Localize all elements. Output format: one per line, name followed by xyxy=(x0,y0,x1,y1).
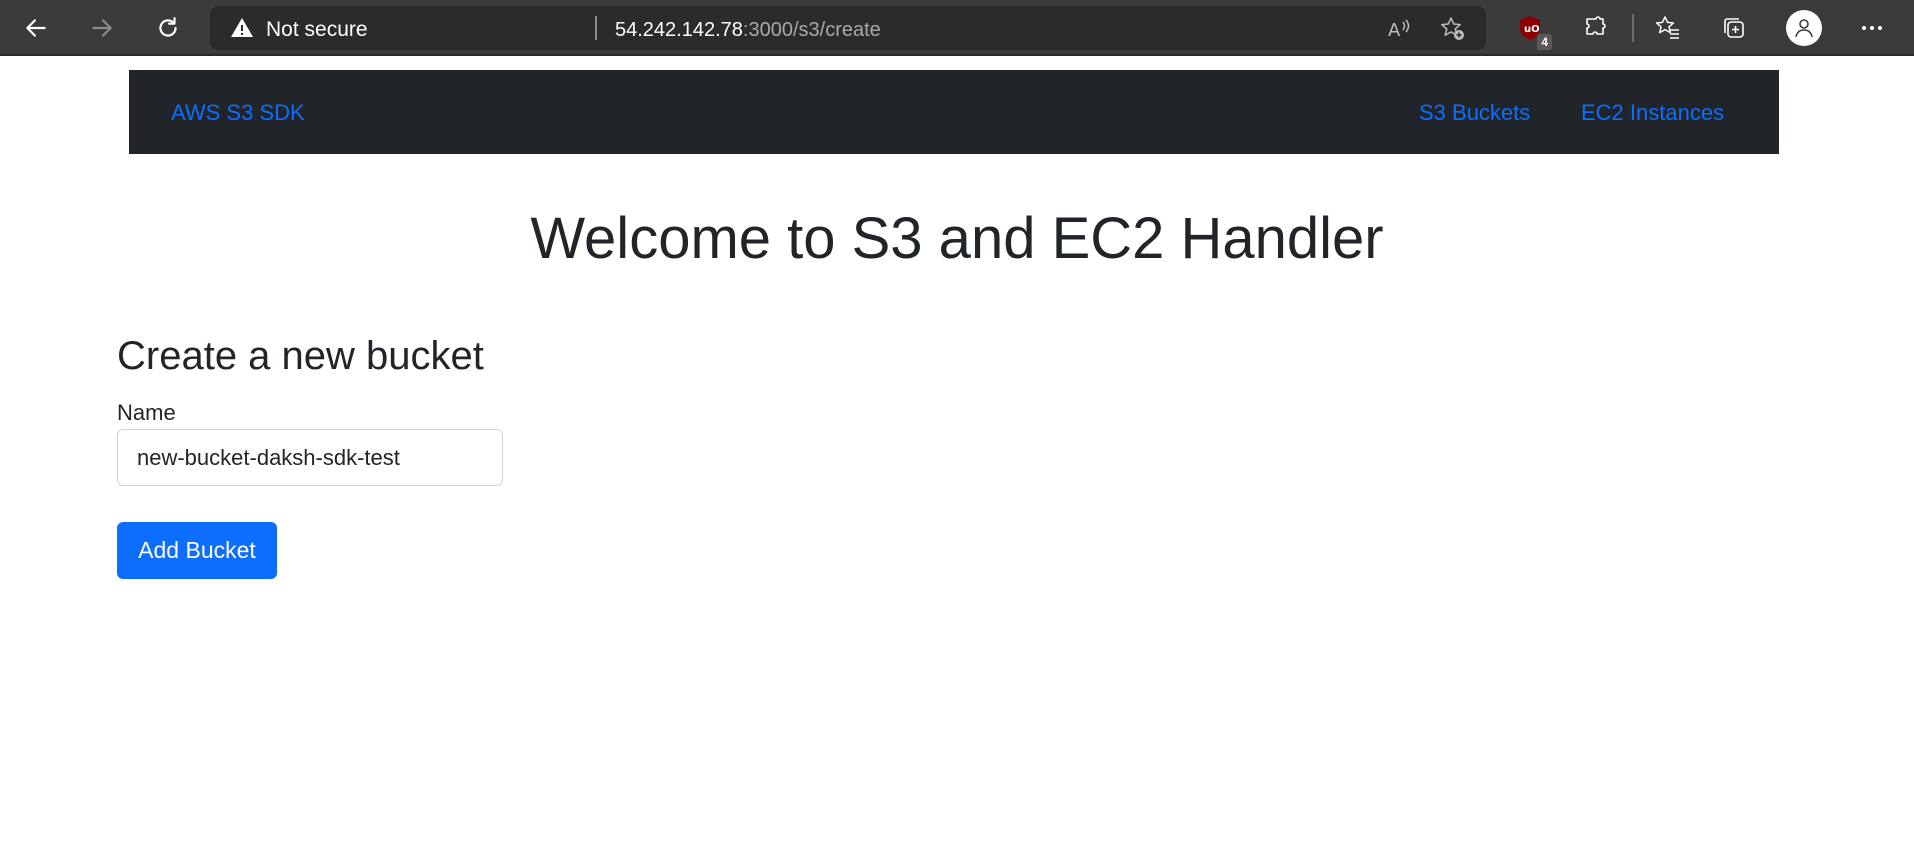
toolbar-divider xyxy=(1632,14,1634,42)
refresh-button[interactable] xyxy=(148,8,188,48)
nav-link-s3-buckets[interactable]: S3 Buckets xyxy=(1419,100,1530,126)
address-bar[interactable]: Not secure 54.242.142.78:3000/s3/create … xyxy=(210,6,1486,50)
add-bucket-button[interactable]: Add Bucket xyxy=(117,522,277,579)
ublock-extension-button[interactable]: uO 4 xyxy=(1514,12,1552,50)
extensions-icon xyxy=(1586,16,1606,35)
favorites-button[interactable] xyxy=(1652,12,1684,44)
forward-button[interactable] xyxy=(82,8,122,48)
read-aloud-icon[interactable]: A xyxy=(1386,16,1412,42)
profile-icon xyxy=(1795,19,1813,38)
page-title: Welcome to S3 and EC2 Handler xyxy=(530,206,1384,271)
refresh-icon xyxy=(159,17,177,37)
security-label[interactable]: Not secure xyxy=(266,18,368,42)
favorites-icon xyxy=(1655,16,1679,39)
svg-text:A: A xyxy=(1388,20,1401,41)
back-icon xyxy=(26,19,46,37)
browser-toolbar: Not secure 54.242.142.78:3000/s3/create … xyxy=(0,0,1914,56)
url-host: 54.242.142.78 xyxy=(615,19,743,41)
url-path: :3000/s3/create xyxy=(742,19,881,41)
app-navbar: AWS S3 SDK S3 Buckets EC2 Instances xyxy=(129,70,1779,154)
svg-text:uO: uO xyxy=(1524,24,1540,35)
extension-badge: 4 xyxy=(1537,34,1552,50)
extensions-button[interactable] xyxy=(1580,12,1612,44)
nav-link-ec2-instances[interactable]: EC2 Instances xyxy=(1581,100,1724,126)
name-label: Name xyxy=(117,400,176,425)
more-icon xyxy=(1862,26,1882,30)
collections-button[interactable] xyxy=(1718,12,1750,44)
address-divider xyxy=(595,16,597,40)
form-title: Create a new bucket xyxy=(117,334,484,378)
navbar-brand-link[interactable]: AWS S3 SDK xyxy=(171,100,305,126)
bucket-name-input[interactable] xyxy=(117,429,503,486)
more-button[interactable] xyxy=(1856,12,1888,44)
forward-icon xyxy=(92,19,112,37)
url-text[interactable]: 54.242.142.78:3000/s3/create xyxy=(615,19,881,42)
collections-icon xyxy=(1724,18,1744,38)
warning-icon[interactable] xyxy=(230,16,254,40)
add-favorite-icon[interactable] xyxy=(1440,16,1466,42)
profile-button[interactable] xyxy=(1786,10,1822,46)
back-button[interactable] xyxy=(16,8,56,48)
